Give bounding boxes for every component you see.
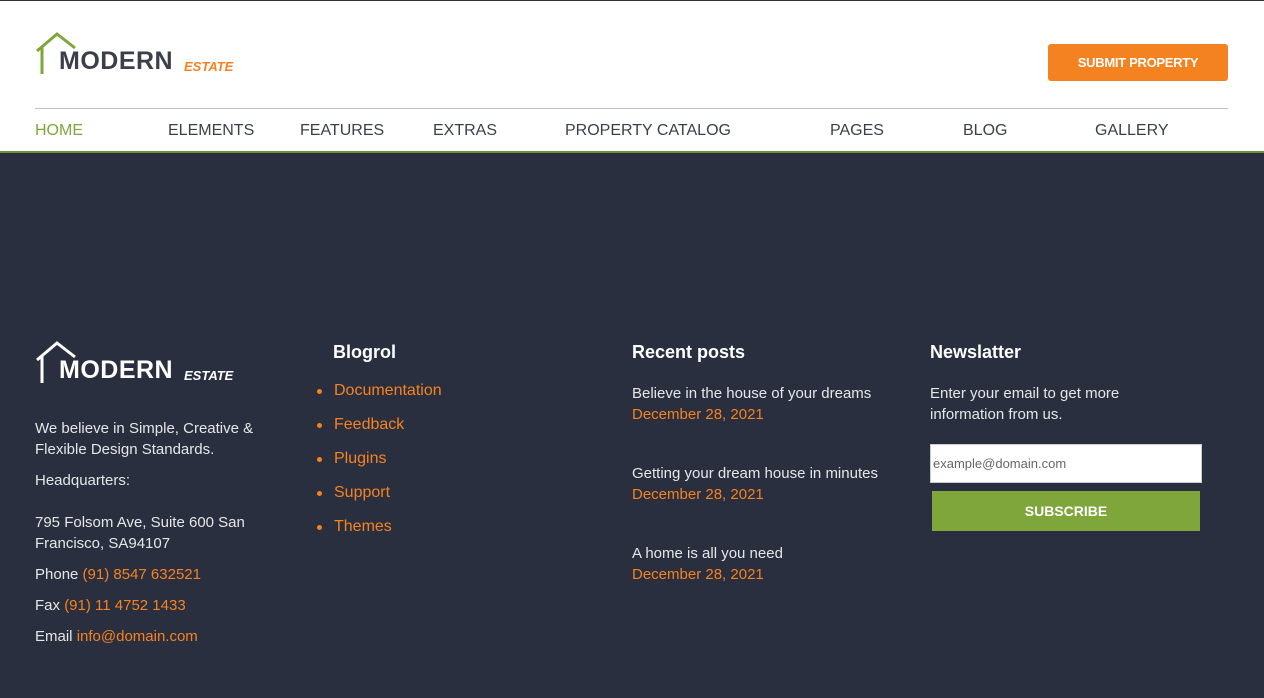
site-logo[interactable]: MODERN ESTATE xyxy=(35,31,235,77)
recent-post: Getting your dream house in minutes Dece… xyxy=(632,463,912,505)
fax-line: Fax (91) 11 4752 1433 xyxy=(35,595,285,616)
logo-subtext: ESTATE xyxy=(184,59,234,74)
footer-logo-text: MODERN xyxy=(59,356,174,384)
nav-property-catalog[interactable]: PROPERTY CATALOG xyxy=(565,122,731,140)
nav-elements[interactable]: ELEMENTS xyxy=(168,122,254,140)
address: 795 Folsom Ave, Suite 600 San Francisco,… xyxy=(35,514,245,552)
recent-post-title[interactable]: Getting your dream house in minutes xyxy=(632,463,912,484)
recent-post-date: December 28, 2021 xyxy=(632,566,764,583)
nav-features[interactable]: FEATURES xyxy=(300,122,384,140)
blogroll-link-plugins[interactable]: Plugins xyxy=(317,450,442,484)
recent-post-date: December 28, 2021 xyxy=(632,486,764,503)
about-block: We believe in Simple, Creative & Flexibl… xyxy=(35,418,285,647)
email-link[interactable]: info@domain.com xyxy=(77,628,198,645)
blogroll-link-support[interactable]: Support xyxy=(317,484,442,518)
footer-logo-subtext: ESTATE xyxy=(184,368,234,383)
site-header: MODERN ESTATE SUBMIT PROPERTY HOME ELEME… xyxy=(0,0,1264,153)
email-line: Email info@domain.com xyxy=(35,626,285,647)
submit-property-button[interactable]: SUBMIT PROPERTY xyxy=(1048,44,1228,81)
nav-pages[interactable]: PAGES xyxy=(830,122,884,140)
phone-label: Phone xyxy=(35,566,79,583)
blogroll-link-feedback[interactable]: Feedback xyxy=(317,416,442,450)
nav-gallery[interactable]: GALLERY xyxy=(1095,122,1169,140)
subscribe-button[interactable]: SUBSCRIBE xyxy=(932,491,1200,531)
recent-posts-title: Recent posts xyxy=(632,342,746,362)
recent-post-title[interactable]: A home is all you need xyxy=(632,543,912,564)
fax-link[interactable]: (91) 11 4752 1433 xyxy=(64,597,186,614)
blogroll-link-documentation[interactable]: Documentation xyxy=(317,382,442,416)
recent-post: A home is all you need December 28, 2021 xyxy=(632,543,912,585)
email-label: Email xyxy=(35,628,73,645)
blogroll-link-themes[interactable]: Themes xyxy=(317,518,442,552)
recent-post-date: December 28, 2021 xyxy=(632,406,764,423)
phone-line: Phone (91) 8547 632521 xyxy=(35,564,285,585)
blogroll-title: Blogrol xyxy=(333,342,396,362)
nav-home[interactable]: HOME xyxy=(35,122,83,140)
recent-post: Believe in the house of your dreams Dece… xyxy=(632,383,912,425)
newsletter-email-input[interactable] xyxy=(930,444,1202,483)
fax-label: Fax xyxy=(35,597,61,614)
logo-text: MODERN xyxy=(59,47,174,75)
newsletter-text: Enter your email to get more information… xyxy=(930,385,1120,423)
phone-link[interactable]: (91) 8547 632521 xyxy=(83,566,201,583)
headquarters-label: Headquarters: xyxy=(35,472,131,489)
blogroll-list: Documentation Feedback Plugins Support T… xyxy=(317,382,442,552)
recent-post-title[interactable]: Believe in the house of your dreams xyxy=(632,383,912,404)
nav-blog[interactable]: BLOG xyxy=(963,122,1007,140)
nav-divider xyxy=(35,108,1228,109)
tagline: We believe in Simple, Creative & Flexibl… xyxy=(35,420,254,458)
nav-extras[interactable]: EXTRAS xyxy=(433,122,497,140)
footer-logo[interactable]: MODERN ESTATE xyxy=(35,340,245,386)
newsletter-title: Newslatter xyxy=(930,342,1022,362)
